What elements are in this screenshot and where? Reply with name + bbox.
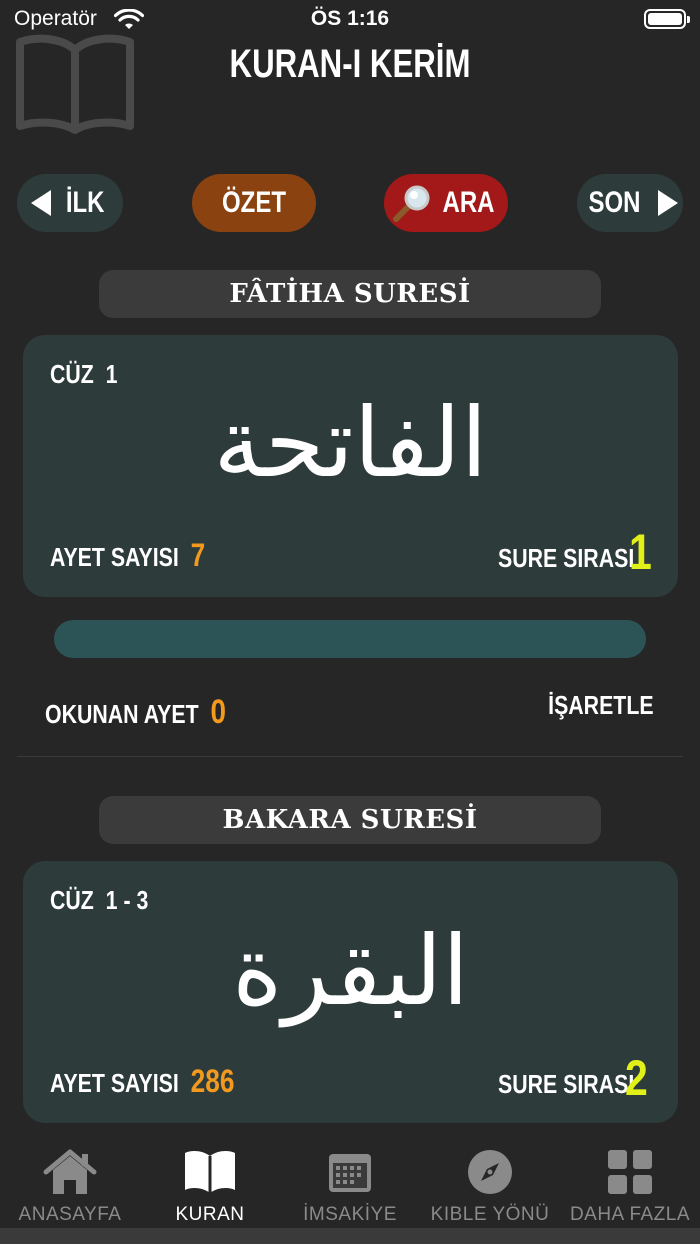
juz-value: 1 <box>105 359 118 389</box>
clock-label: ÖS 1:16 <box>310 7 390 30</box>
verse-count-label: AYET SAYISI <box>50 542 179 572</box>
calendar-icon <box>329 1154 371 1192</box>
surah-order-label: SURE SIRASI <box>498 1069 635 1099</box>
first-button-label: İLK <box>65 186 105 219</box>
surah-title-fatiha: FÂTİHA SURESİ <box>99 270 601 318</box>
grid-icon <box>608 1150 652 1194</box>
tab-imsakiye[interactable]: İMSAKİYE <box>280 1148 420 1226</box>
arrow-right-icon <box>657 190 678 216</box>
mark-button[interactable]: İŞARETLE <box>549 690 654 721</box>
tab-more-label: DAHA FAZLA <box>569 1204 691 1225</box>
tab-imsakiye-label: İMSAKİYE <box>303 1204 397 1225</box>
tab-home[interactable]: ANASAYFA <box>0 1148 140 1226</box>
home-icon <box>43 1149 97 1194</box>
search-button-label: ARA <box>442 186 494 219</box>
verse-count: AYET SAYISI 7 <box>50 537 205 574</box>
summary-button-label: ÖZET <box>222 186 286 219</box>
tab-quran[interactable]: KURAN <box>140 1148 280 1226</box>
read-verse-label: OKUNAN AYET <box>45 699 199 729</box>
surah-card-bakara[interactable]: CÜZ 1 - 3 البقرة AYET SAYISI 286 SURE SI… <box>23 861 678 1123</box>
last-button[interactable]: SON <box>577 174 683 232</box>
summary-button[interactable]: ÖZET <box>192 174 316 232</box>
compass-icon <box>468 1150 512 1194</box>
book-icon <box>185 1151 235 1193</box>
surah-order-value: 1 <box>629 524 652 580</box>
last-button-label: SON <box>588 186 641 219</box>
divider <box>17 756 683 757</box>
first-button[interactable]: İLK <box>17 174 123 232</box>
tab-qibla-label: KIBLE YÖNÜ <box>430 1204 550 1225</box>
magnifier-icon <box>392 185 429 222</box>
surah-order-label: SURE SIRASI <box>498 543 635 573</box>
surah-order-value: 2 <box>625 1050 648 1106</box>
juz-label: CÜZ 1 <box>50 359 118 390</box>
surah-title-bakara: BAKARA SURESİ <box>99 796 601 844</box>
read-verse-counter: OKUNAN AYET 0 <box>45 693 226 732</box>
battery-icon <box>644 9 690 29</box>
juz-label: CÜZ 1 - 3 <box>50 885 148 916</box>
home-indicator <box>0 1228 700 1244</box>
surah-card-fatiha[interactable]: CÜZ 1 الفاتحة AYET SAYISI 7 SURE SIRASI … <box>23 335 678 597</box>
arrow-left-icon <box>30 190 51 216</box>
tab-more[interactable]: DAHA FAZLA <box>560 1148 700 1226</box>
tab-home-label: ANASAYFA <box>18 1204 122 1225</box>
page-title: KURAN-I KERİM <box>229 42 471 86</box>
verse-count-value: 7 <box>190 537 206 573</box>
tab-qibla[interactable]: KIBLE YÖNÜ <box>420 1148 560 1226</box>
verse-count-label: AYET SAYISI <box>50 1068 179 1098</box>
read-verse-value: 0 <box>210 693 226 731</box>
juz-label-text: CÜZ <box>50 885 94 915</box>
juz-label-text: CÜZ <box>50 359 94 389</box>
search-button[interactable]: ARA <box>384 174 508 232</box>
juz-value: 1 - 3 <box>105 885 149 915</box>
surah-arabic-name: البقرة <box>232 915 469 1027</box>
verse-count: AYET SAYISI 286 <box>50 1063 234 1100</box>
surah-arabic-name: الفاتحة <box>213 387 488 499</box>
tab-quran-label: KURAN <box>175 1204 245 1225</box>
verse-count-value: 286 <box>190 1063 235 1099</box>
reading-progress-bar <box>54 620 646 658</box>
